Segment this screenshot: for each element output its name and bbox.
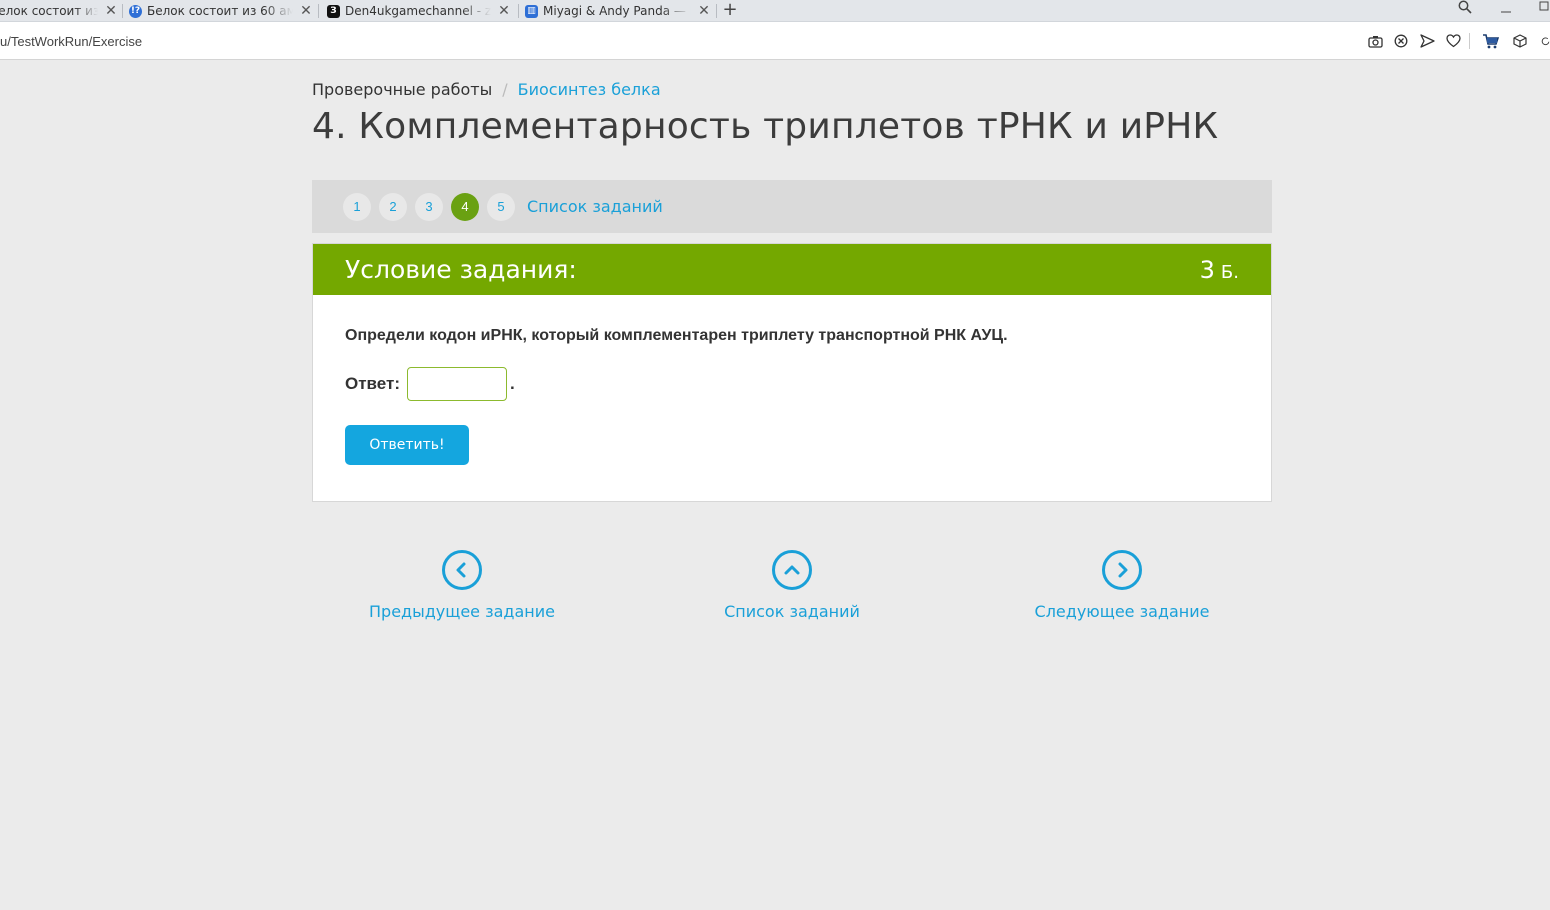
- page-button-5[interactable]: 5: [487, 192, 515, 221]
- close-icon[interactable]: ✕: [104, 4, 118, 18]
- page-button-2[interactable]: 2: [379, 192, 407, 221]
- close-icon[interactable]: ✕: [697, 4, 711, 18]
- task-list-nav-link[interactable]: Список заданий: [682, 550, 902, 621]
- send-icon[interactable]: [1418, 32, 1436, 50]
- next-task-label[interactable]: Следующее задание: [1035, 602, 1210, 621]
- prev-task-label[interactable]: Предыдущее задание: [369, 602, 555, 621]
- block-icon[interactable]: [1392, 32, 1410, 50]
- chevron-left-icon[interactable]: [442, 550, 482, 590]
- task-header: Условие задания: 3 Б.: [313, 244, 1271, 295]
- points-unit: Б.: [1220, 261, 1239, 283]
- task-header-title: Условие задания:: [345, 255, 577, 284]
- minimize-icon[interactable]: [1497, 0, 1515, 22]
- page-button-4-active[interactable]: 4: [451, 192, 479, 221]
- search-icon[interactable]: [1456, 0, 1474, 22]
- answer-suffix: .: [510, 374, 515, 393]
- restore-icon[interactable]: [1536, 0, 1550, 22]
- heart-icon[interactable]: [1444, 32, 1462, 50]
- breadcrumb-separator: /: [502, 80, 508, 99]
- prev-task-link[interactable]: Предыдущее задание: [352, 550, 572, 621]
- task-question: Определи кодон иРНК, который комплемента…: [345, 327, 1008, 344]
- task-body: Определи кодон иРНК, который комплемента…: [313, 295, 1271, 465]
- close-icon[interactable]: ✕: [299, 4, 313, 18]
- browser-tab-4[interactable]: ▥ Miyagi & Andy Panda — H ✕: [525, 0, 711, 22]
- building-icon: ▥: [525, 4, 538, 18]
- znanija-question-icon: !?: [129, 4, 142, 18]
- url-field[interactable]: u/TestWorkRun/Exercise: [0, 34, 142, 49]
- znanija-letter-icon: З: [327, 4, 340, 18]
- browser-tab-2[interactable]: !? Белок состоит из 60 амин ✕: [129, 0, 313, 22]
- box-icon[interactable]: [1511, 32, 1529, 50]
- close-icon[interactable]: ✕: [497, 4, 511, 18]
- task-pager: 1 2 3 4 5 Список заданий: [312, 180, 1272, 233]
- task-list-nav-label[interactable]: Список заданий: [724, 602, 860, 621]
- camera-icon[interactable]: [1366, 32, 1384, 50]
- tab-title: Белок состоит из 60 амин: [147, 4, 293, 18]
- new-tab-button[interactable]: +: [721, 0, 739, 22]
- breadcrumb-current[interactable]: Биосинтез белка: [518, 80, 661, 99]
- browser-tab-1[interactable]: Белок состоит из 600 амин ✕: [0, 0, 118, 22]
- task-points: 3 Б.: [1200, 256, 1239, 284]
- tab-title: Белок состоит из 600 амин: [0, 4, 98, 18]
- reload-icon[interactable]: [1541, 32, 1550, 50]
- tab-title: Den4ukgamechannel - zna: [345, 4, 491, 18]
- breadcrumb-root[interactable]: Проверочные работы: [312, 80, 492, 99]
- answer-row: Ответ: .: [345, 367, 1239, 401]
- browser-tab-3[interactable]: З Den4ukgamechannel - zna ✕: [327, 0, 511, 22]
- browser-tab-bar: Белок состоит из 600 амин ✕ !? Белок сос…: [0, 0, 1550, 22]
- page-title: 4. Комплементарность триплетов тРНК и иР…: [312, 106, 1219, 147]
- page-button-3[interactable]: 3: [415, 192, 443, 221]
- cart-icon[interactable]: [1481, 32, 1499, 50]
- page-button-1[interactable]: 1: [343, 192, 371, 221]
- task-list-link[interactable]: Список заданий: [527, 197, 663, 216]
- breadcrumb: Проверочные работы / Биосинтез белка: [312, 80, 661, 99]
- chevron-right-icon[interactable]: [1102, 550, 1142, 590]
- address-bar: u/TestWorkRun/Exercise: [0, 22, 1550, 60]
- next-task-link[interactable]: Следующее задание: [1012, 550, 1232, 621]
- points-value: 3: [1199, 255, 1215, 284]
- tab-title: Miyagi & Andy Panda — H: [543, 4, 691, 18]
- chevron-up-icon[interactable]: [772, 550, 812, 590]
- task-card: Условие задания: 3 Б. Определи кодон иРНК…: [312, 243, 1272, 502]
- answer-input[interactable]: [407, 367, 507, 401]
- submit-answer-button[interactable]: Ответить!: [345, 425, 469, 465]
- answer-label: Ответ:: [345, 374, 400, 393]
